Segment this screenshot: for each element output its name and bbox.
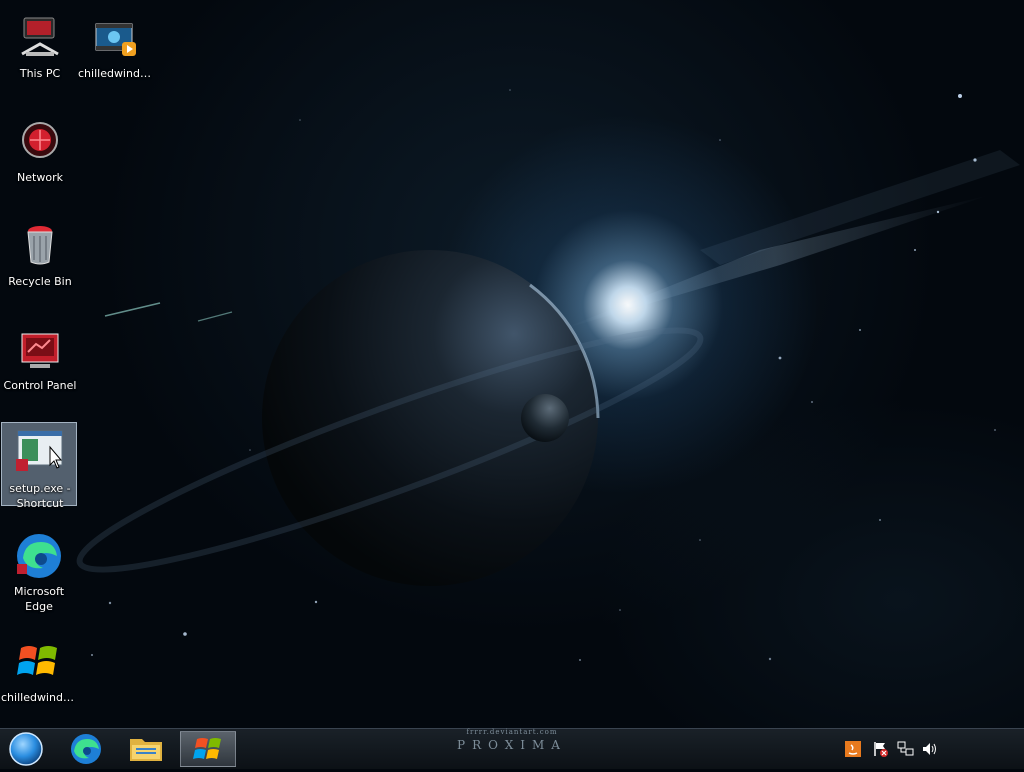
wallpaper-credit: frrrr.deviantart.com bbox=[466, 728, 558, 736]
desktop-icon-network[interactable]: Network bbox=[2, 112, 78, 196]
desktop-icon-chilledwindows-logo[interactable]: chilledwindo... bbox=[1, 632, 77, 716]
icon-label: Network bbox=[17, 171, 63, 184]
video-file-icon bbox=[95, 23, 136, 56]
desktop[interactable]: This PC chilledwindo... Network Recycle … bbox=[0, 0, 1024, 728]
desktop-icon-control-panel[interactable]: Control Panel bbox=[2, 320, 78, 404]
icon-label: This PC bbox=[19, 67, 61, 80]
setup-shortcut-icon bbox=[16, 430, 63, 471]
icon-label: Control Panel bbox=[3, 379, 77, 392]
icon-label: Microsoft Edge bbox=[13, 585, 65, 613]
this-pc-icon bbox=[21, 17, 59, 56]
desktop-icon-this-pc[interactable]: This PC bbox=[2, 8, 78, 92]
icon-label: setup.exe - Shortcut bbox=[9, 482, 71, 510]
icon-label: chilledwindo... bbox=[1, 691, 77, 704]
icon-label: Recycle Bin bbox=[8, 275, 72, 288]
icon-label: chilledwindo... bbox=[78, 67, 154, 80]
windows-logo-icon bbox=[17, 646, 57, 675]
edge-icon bbox=[17, 534, 61, 578]
desktop-icon-microsoft-edge[interactable]: Microsoft Edge bbox=[1, 526, 77, 613]
network-globe-icon bbox=[22, 122, 58, 158]
desktop-icon-setup-shortcut[interactable]: setup.exe - Shortcut bbox=[1, 422, 77, 510]
desktop-icon-chilledwindows-video[interactable]: chilledwindo... bbox=[78, 8, 154, 92]
recycle-bin-icon bbox=[27, 226, 53, 265]
wallpaper-title: PROXIMA bbox=[457, 738, 567, 752]
desktop-icon-recycle-bin[interactable]: Recycle Bin bbox=[2, 216, 78, 300]
control-panel-icon bbox=[21, 333, 59, 368]
space-wallpaper bbox=[76, 89, 1020, 661]
